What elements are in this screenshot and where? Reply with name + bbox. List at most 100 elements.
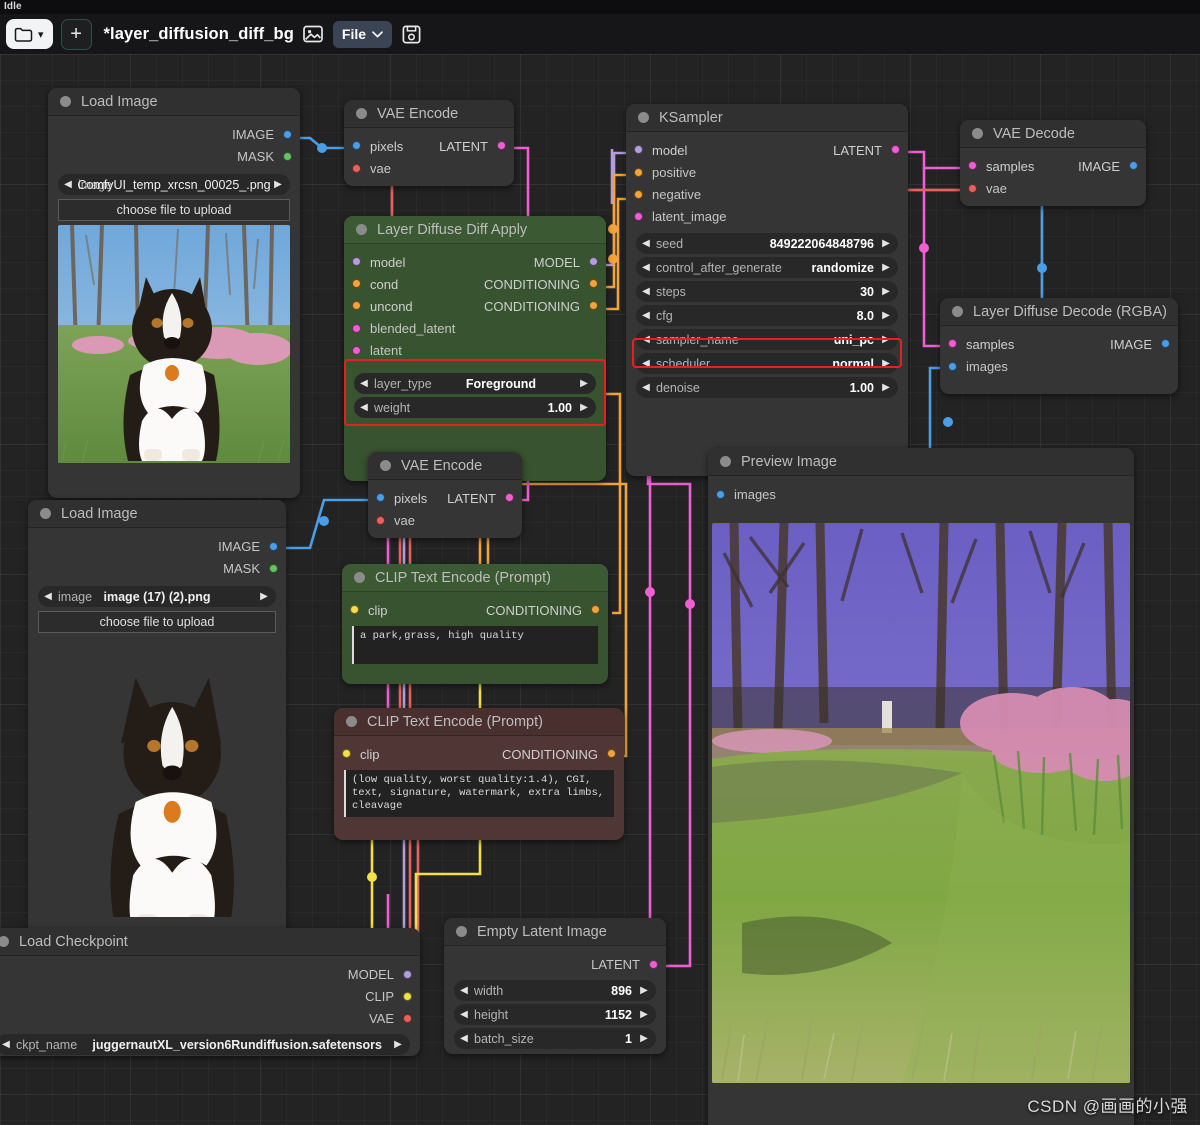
node-layer-diffuse-diff-apply[interactable]: Layer Diffuse Diff Apply model MODEL con… (344, 216, 606, 481)
port-conditioning[interactable] (607, 749, 616, 758)
choose-file-button[interactable]: choose file to upload (38, 611, 276, 633)
image-icon[interactable] (302, 23, 325, 46)
output-slot-mask[interactable]: MASK (48, 145, 300, 167)
input-slot-latent-image[interactable]: latent_image (626, 205, 908, 227)
next-arrow-icon[interactable]: ▶ (254, 591, 274, 602)
node-title-bar[interactable]: VAE Encode (344, 100, 514, 128)
output-slot-model[interactable]: MODEL (0, 963, 420, 985)
next-arrow-icon[interactable]: ▶ (634, 985, 654, 996)
prev-arrow-icon[interactable]: ◀ (58, 179, 78, 190)
port-image-out[interactable] (1129, 161, 1138, 170)
widget-ckpt-name[interactable]: ◀ ckpt_name juggernautXL_version6Rundiff… (0, 1034, 410, 1055)
node-vae-encode-2[interactable]: VAE Encode pixels LATENT vae (368, 452, 522, 538)
widget-sampler-name[interactable]: ◀ sampler_name uni_pc ▶ (636, 329, 898, 350)
input-slot-cond[interactable]: cond (344, 273, 398, 295)
port-latent[interactable] (497, 141, 506, 150)
widget-width[interactable]: ◀ width 896 ▶ (454, 980, 656, 1001)
next-arrow-icon[interactable]: ▶ (634, 1009, 654, 1020)
port-cond[interactable] (352, 279, 361, 288)
output-slot-model[interactable]: MODEL (534, 251, 606, 273)
prev-arrow-icon[interactable]: ◀ (636, 286, 656, 297)
input-slot-images[interactable]: images (940, 355, 1178, 377)
save-icon[interactable] (400, 23, 423, 46)
port-uncond[interactable] (352, 301, 361, 310)
node-vae-decode[interactable]: VAE Decode samples IMAGE vae (960, 120, 1146, 206)
port-latent-out[interactable] (891, 145, 900, 154)
node-preview-image[interactable]: Preview Image images (708, 448, 1134, 1125)
input-slot-model[interactable]: model (626, 139, 687, 161)
node-graph-canvas[interactable]: Load Image IMAGE MASK ◀ image ComfyUI_te… (0, 54, 1200, 1125)
node-empty-latent-image[interactable]: Empty Latent Image LATENT ◀ width 896 ▶ … (444, 918, 666, 1054)
port-vae[interactable] (352, 163, 361, 173)
prev-arrow-icon[interactable]: ◀ (454, 1009, 474, 1020)
output-slot-mask[interactable]: MASK (28, 557, 286, 579)
port-model[interactable] (403, 969, 412, 979)
prev-arrow-icon[interactable]: ◀ (354, 402, 374, 413)
port-model-out[interactable] (589, 257, 598, 266)
port-mask[interactable] (283, 151, 292, 161)
file-menu-button[interactable]: File (332, 20, 393, 48)
port-model[interactable] (634, 145, 643, 154)
node-title-bar[interactable]: Empty Latent Image (444, 918, 666, 946)
widget-batch-size[interactable]: ◀ batch_size 1 ▶ (454, 1028, 656, 1049)
output-slot-conditioning-1[interactable]: CONDITIONING (484, 273, 606, 295)
prev-arrow-icon[interactable]: ◀ (636, 382, 656, 393)
prev-arrow-icon[interactable]: ◀ (38, 591, 58, 602)
port-latent[interactable] (505, 493, 514, 502)
output-slot-latent[interactable]: LATENT (439, 135, 514, 157)
input-slot-blended-latent[interactable]: blended_latent (344, 317, 606, 339)
input-slot-samples[interactable]: samples (960, 155, 1034, 177)
widget-height[interactable]: ◀ height 1152 ▶ (454, 1004, 656, 1025)
port-conditioning-2[interactable] (589, 301, 598, 310)
next-arrow-icon[interactable]: ▶ (876, 358, 896, 369)
prev-arrow-icon[interactable]: ◀ (636, 262, 656, 273)
port-positive[interactable] (634, 167, 643, 177)
port-negative[interactable] (634, 189, 643, 199)
output-slot-image[interactable]: IMAGE (28, 535, 286, 557)
port-vae[interactable] (403, 1013, 412, 1023)
next-arrow-icon[interactable]: ▶ (876, 262, 896, 273)
input-slot-positive[interactable]: positive (626, 161, 908, 183)
node-title-bar[interactable]: KSampler (626, 104, 908, 132)
widget-control-after-generate[interactable]: ◀ control_after_generate randomize ▶ (636, 257, 898, 278)
port-latent[interactable] (649, 959, 658, 969)
prompt-textarea-negative[interactable]: (low quality, worst quality:1.4), CGI, t… (344, 770, 614, 817)
widget-seed[interactable]: ◀ seed 849222064848796 ▶ (636, 233, 898, 254)
next-arrow-icon[interactable]: ▶ (876, 286, 896, 297)
node-layer-diffuse-decode[interactable]: Layer Diffuse Decode (RGBA) samples IMAG… (940, 298, 1178, 394)
port-mask[interactable] (269, 563, 278, 573)
input-slot-negative[interactable]: negative (626, 183, 908, 205)
choose-file-button[interactable]: choose file to upload (58, 199, 290, 221)
prev-arrow-icon[interactable]: ◀ (636, 238, 656, 249)
node-title-bar[interactable]: CLIP Text Encode (Prompt) (334, 708, 624, 736)
next-arrow-icon[interactable]: ▶ (388, 1039, 408, 1050)
widget-steps[interactable]: ◀ steps 30 ▶ (636, 281, 898, 302)
collapse-dot-icon[interactable] (952, 306, 963, 317)
input-slot-images[interactable]: images (708, 483, 1134, 505)
next-arrow-icon[interactable]: ▶ (268, 179, 288, 190)
widget-image-file[interactable]: ◀ image ComfyUI_temp_xrcsn_00025_.png ▶ (58, 174, 290, 195)
port-image[interactable] (283, 129, 292, 139)
collapse-dot-icon[interactable] (60, 96, 71, 107)
collapse-dot-icon[interactable] (346, 716, 357, 727)
next-arrow-icon[interactable]: ▶ (876, 334, 896, 345)
node-vae-encode-1[interactable]: VAE Encode pixels LATENT vae (344, 100, 514, 186)
collapse-dot-icon[interactable] (40, 508, 51, 519)
port-latent-image[interactable] (634, 211, 643, 221)
prev-arrow-icon[interactable]: ◀ (636, 310, 656, 321)
node-title-bar[interactable]: Preview Image (708, 448, 1134, 476)
next-arrow-icon[interactable]: ▶ (574, 402, 594, 413)
node-title-bar[interactable]: Load Checkpoint (0, 928, 420, 956)
port-vae[interactable] (376, 515, 385, 525)
prev-arrow-icon[interactable]: ◀ (454, 985, 474, 996)
prev-arrow-icon[interactable]: ◀ (0, 1039, 16, 1050)
output-slot-conditioning-2[interactable]: CONDITIONING (484, 295, 606, 317)
node-title-bar[interactable]: Layer Diffuse Decode (RGBA) (940, 298, 1178, 326)
node-title-bar[interactable]: Load Image (48, 88, 300, 116)
input-slot-model[interactable]: model (344, 251, 405, 273)
port-blended-latent[interactable] (352, 323, 361, 333)
widget-scheduler[interactable]: ◀ scheduler normal ▶ (636, 353, 898, 374)
input-slot-pixels[interactable]: pixels (344, 135, 403, 157)
node-load-checkpoint[interactable]: Load Checkpoint MODEL CLIP VAE ◀ ckpt_na (0, 928, 420, 1056)
port-latent[interactable] (352, 345, 361, 355)
